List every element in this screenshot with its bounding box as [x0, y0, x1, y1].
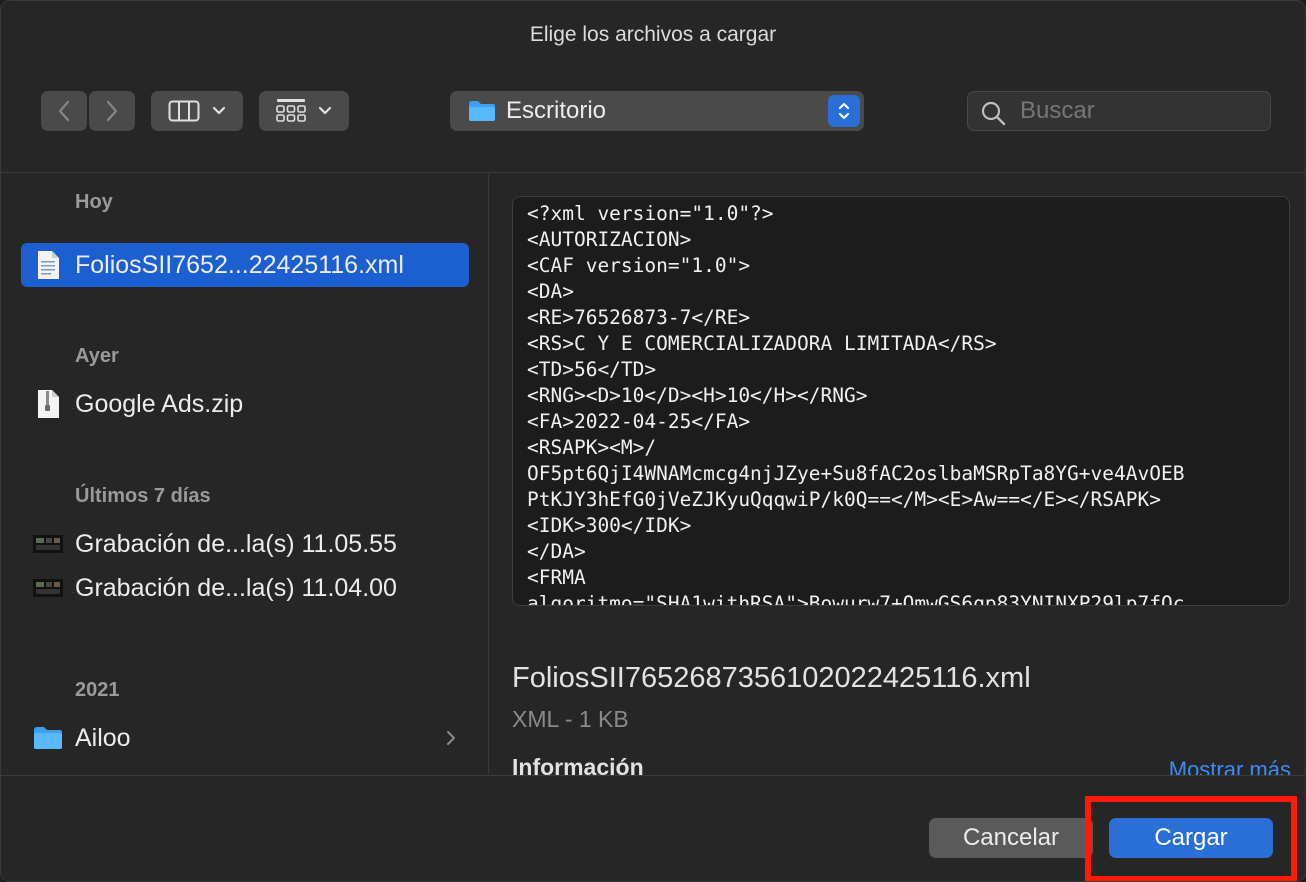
preview-filename: FoliosSII7652687356102022425116.xml	[512, 662, 1031, 694]
file-picker-dialog: Elige los archivos a cargar Escritorio B…	[0, 0, 1306, 882]
back-button[interactable]	[41, 91, 87, 131]
video-thumbnail-icon	[33, 573, 63, 603]
chevron-right-icon	[447, 731, 455, 745]
file-name: Google Ads.zip	[75, 389, 244, 418]
zip-archive-icon	[33, 389, 63, 419]
file-list: Hoy FoliosSII7652...22425116.xml Ayer Go…	[1, 174, 489, 774]
chevron-left-icon	[58, 100, 70, 122]
location-label: Escritorio	[506, 97, 607, 124]
dialog-footer: Cancelar Cargar	[1, 775, 1305, 881]
section-header-today: Hoy	[75, 191, 113, 213]
grid-icon	[276, 99, 306, 122]
chevron-down-icon	[318, 106, 332, 115]
cancel-button[interactable]: Cancelar	[929, 818, 1093, 858]
file-item-zip[interactable]: Google Ads.zip	[21, 382, 469, 426]
dialog-title: Elige los archivos a cargar	[529, 23, 777, 46]
search-field[interactable]	[967, 91, 1271, 131]
folder-icon	[469, 101, 495, 121]
file-name: FoliosSII7652...22425116.xml	[75, 250, 404, 279]
xml-document-icon	[33, 250, 63, 280]
location-popup[interactable]: Escritorio	[450, 91, 864, 131]
up-down-chevron-icon	[839, 103, 849, 119]
file-name: Grabación de...la(s) 11.05.55	[75, 529, 397, 558]
toolbar: Escritorio	[1, 71, 1305, 173]
search-icon	[981, 101, 1006, 126]
column-view-button[interactable]	[151, 91, 243, 131]
folder-item-ailoo[interactable]: Ailoo	[21, 716, 469, 760]
xml-preview[interactable]: <?xml version="1.0"?> <AUTORIZACION> <CA…	[512, 196, 1290, 606]
title-bar: Elige los archivos a cargar	[1, 1, 1305, 71]
forward-button[interactable]	[89, 91, 135, 131]
popup-stepper[interactable]	[828, 95, 860, 127]
columns-icon	[168, 100, 200, 122]
xml-content: <?xml version="1.0"?> <AUTORIZACION> <CA…	[527, 202, 1185, 606]
preview-file-meta: XML - 1 KB	[512, 706, 629, 732]
section-header-last-7-days: Últimos 7 días	[75, 485, 211, 507]
file-item-recording-2[interactable]: Grabación de...la(s) 11.04.00	[21, 566, 469, 610]
file-name: Grabación de...la(s) 11.04.00	[75, 573, 397, 602]
section-header-2021: 2021	[75, 679, 120, 701]
chevron-down-icon	[212, 106, 226, 115]
highlight-box	[1085, 796, 1297, 881]
folder-icon	[33, 723, 63, 753]
search-input[interactable]	[1020, 96, 1260, 126]
file-item-recording-1[interactable]: Grabación de...la(s) 11.05.55	[21, 522, 469, 566]
video-thumbnail-icon	[33, 529, 63, 559]
file-item-xml[interactable]: FoliosSII7652...22425116.xml	[21, 243, 469, 287]
preview-pane: <?xml version="1.0"?> <AUTORIZACION> <CA…	[490, 174, 1305, 782]
chevron-right-icon	[106, 100, 118, 122]
section-header-yesterday: Ayer	[75, 345, 119, 367]
icon-view-button[interactable]	[259, 91, 349, 131]
file-name: Ailoo	[75, 723, 131, 752]
